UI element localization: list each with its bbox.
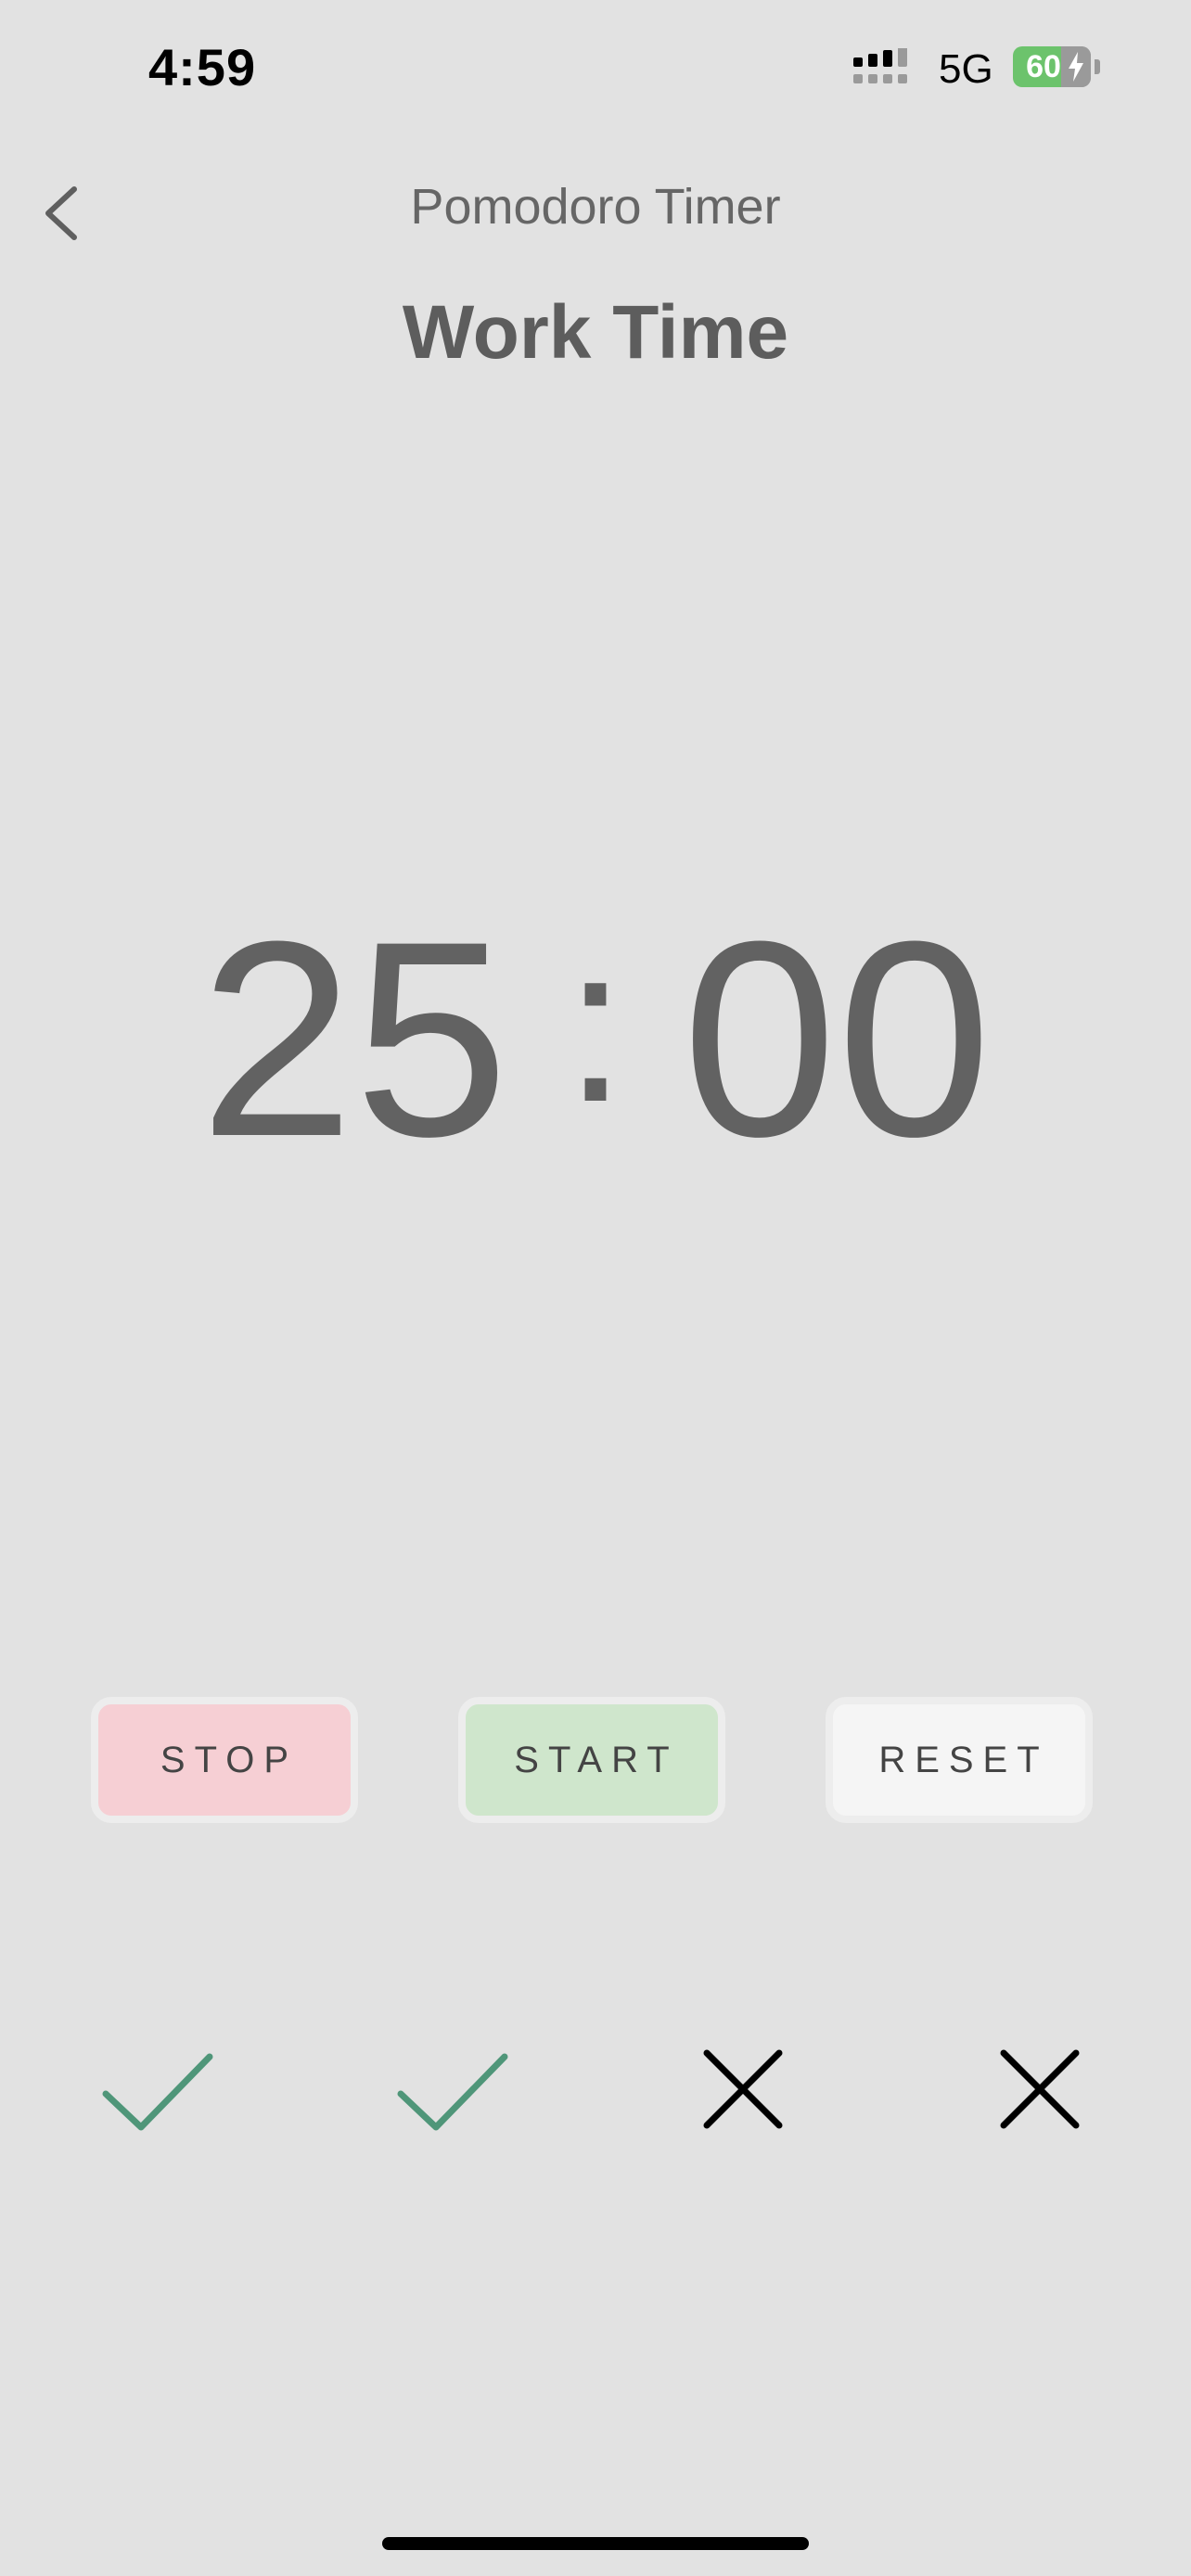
app-title: Pomodoro Timer	[410, 179, 781, 235]
status-time: 4:59	[148, 38, 257, 96]
check-icon	[397, 2053, 508, 2131]
cellular-signal-icon	[853, 48, 907, 83]
session-heading: Work Time	[402, 290, 789, 375]
charging-bolt-icon	[1069, 52, 1083, 82]
check-icon	[102, 2053, 213, 2131]
timer-minutes: 25	[198, 883, 509, 1194]
x-icon	[703, 2049, 783, 2129]
network-type: 5G	[939, 46, 993, 92]
battery-icon: 60	[1013, 46, 1102, 87]
timer-separator: :	[564, 899, 627, 1148]
start-button[interactable]: START	[458, 1697, 725, 1823]
reset-button[interactable]: RESET	[826, 1697, 1093, 1823]
battery-percent: 60	[1026, 48, 1061, 84]
countdown-display: 25 : 00	[0, 899, 1191, 1178]
stop-button[interactable]: STOP	[91, 1697, 358, 1823]
timer-seconds: 00	[682, 883, 992, 1194]
status-indicators: 5G 60	[853, 45, 1113, 96]
home-indicator[interactable]	[382, 2537, 809, 2550]
x-icon	[1000, 2049, 1080, 2129]
